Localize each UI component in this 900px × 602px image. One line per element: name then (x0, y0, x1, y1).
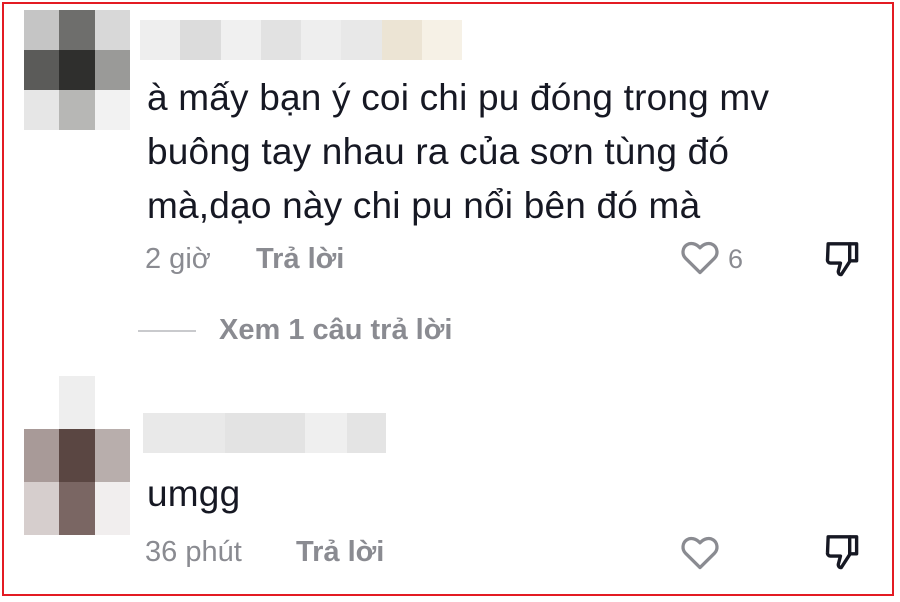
username-blurred[interactable] (143, 413, 386, 453)
dislike-button[interactable] (823, 240, 861, 285)
reply-button[interactable]: Trả lời (296, 536, 384, 569)
username-blurred[interactable] (140, 20, 462, 60)
like-button[interactable]: 6 (680, 239, 743, 280)
like-count: 6 (728, 244, 744, 274)
view-replies-button[interactable]: Xem 1 câu trả lời (138, 314, 452, 347)
dislike-button[interactable] (823, 533, 861, 578)
comment-text-line: umgg (147, 473, 241, 514)
dislike-icon (823, 535, 861, 577)
heart-icon (680, 534, 720, 575)
comment-text-line: buông tay nhau ra của sơn tùng đó (147, 131, 730, 172)
comment-time: 36 phút (145, 536, 242, 568)
like-button[interactable] (680, 534, 720, 575)
comment-text-line: à mấy bạn ý coi chi pu đóng trong mv (147, 77, 770, 118)
comment-text-line: mà,dạo này chi pu nổi bên đó mà (147, 185, 701, 226)
reply-button[interactable]: Trả lời (256, 243, 344, 276)
avatar[interactable] (24, 10, 130, 130)
comment-time: 2 giờ (145, 243, 211, 275)
avatar[interactable] (24, 376, 130, 535)
dislike-icon (823, 242, 861, 284)
comment-text: umgg (147, 467, 240, 521)
comment-text: à mấy bạn ý coi chi pu đóng trong mv buô… (147, 71, 769, 233)
view-replies-label: Xem 1 câu trả lời (219, 314, 453, 346)
view-replies-divider (138, 329, 196, 332)
heart-icon (680, 239, 720, 280)
